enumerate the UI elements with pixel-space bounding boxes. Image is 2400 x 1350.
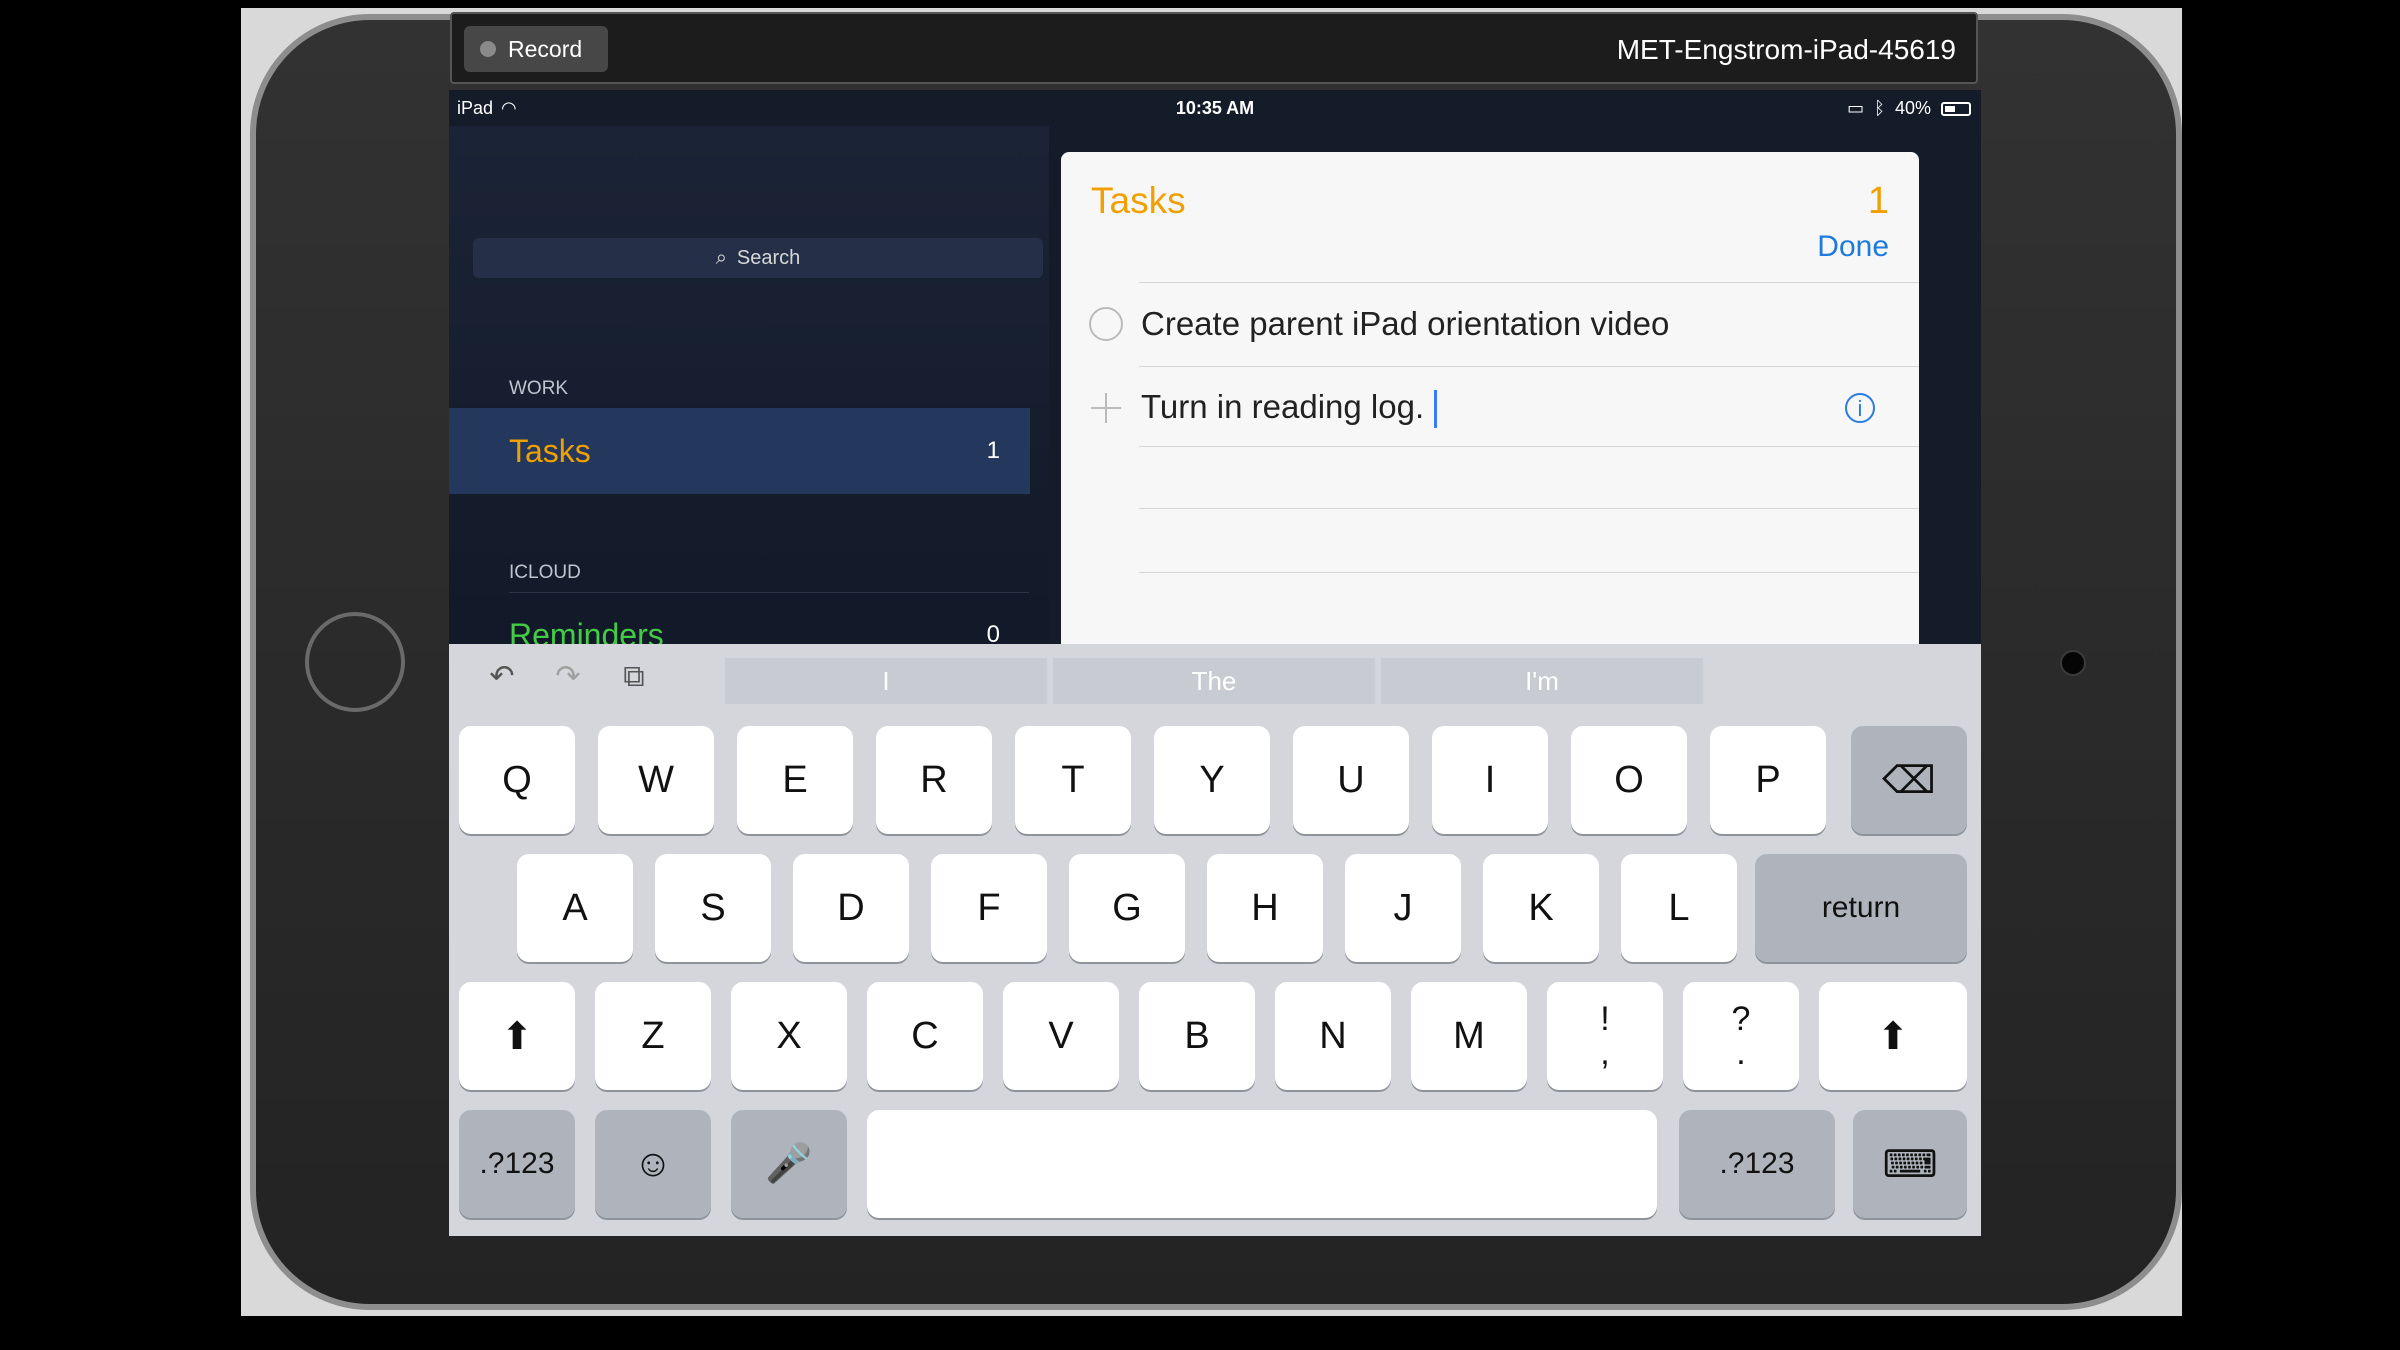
task-row[interactable]: Create parent iPad orientation video: [1089, 294, 1895, 354]
return-key[interactable]: return: [1755, 854, 1967, 962]
info-icon[interactable]: i: [1845, 393, 1875, 423]
space-key[interactable]: [867, 1110, 1657, 1218]
key-a[interactable]: A: [517, 854, 633, 962]
key-n[interactable]: N: [1275, 982, 1391, 1090]
key-h[interactable]: H: [1207, 854, 1323, 962]
undo-icon[interactable]: ↶: [487, 662, 517, 692]
status-bar: iPad ◠ 10:35 AM ▭ ᛒ 40%: [449, 90, 1981, 126]
sidebar-item-tasks[interactable]: Tasks 1: [449, 408, 1030, 494]
right-black-border: [2182, 0, 2400, 1350]
punct-top: !: [1600, 1000, 1610, 1038]
microphone-icon: 🎤: [765, 1143, 813, 1185]
on-screen-keyboard: ↶ ↷ ⧉ I The I'm Q W E R T Y U I O P ⌫ A …: [449, 644, 1981, 1236]
key-x[interactable]: X: [731, 982, 847, 1090]
search-field[interactable]: ⌕ Search: [473, 238, 1043, 278]
paste-icon[interactable]: ⧉: [619, 662, 649, 692]
key-w[interactable]: W: [598, 726, 714, 834]
text-cursor: [1434, 390, 1438, 429]
key-question-period[interactable]: ? .: [1683, 982, 1799, 1090]
row-divider: [1139, 572, 1919, 573]
suggestion-1[interactable]: I: [725, 658, 1047, 704]
ipad-screen: iPad ◠ 10:35 AM ▭ ᛒ 40% ⌕ Search WORK Ta…: [449, 90, 1981, 1236]
row-divider: [1139, 366, 1919, 367]
key-y[interactable]: Y: [1154, 726, 1270, 834]
key-p[interactable]: P: [1710, 726, 1826, 834]
home-button[interactable]: [305, 612, 405, 712]
group-label-icloud: ICLOUD: [509, 562, 581, 583]
sidebar-item-label: Tasks: [509, 432, 591, 469]
search-icon: ⌕: [715, 246, 727, 269]
front-camera: [2060, 650, 2086, 676]
redo-icon[interactable]: ↷: [553, 662, 583, 692]
backspace-key[interactable]: ⌫: [1851, 726, 1967, 834]
sidebar-item-count: 1: [986, 437, 1000, 464]
key-c[interactable]: C: [867, 982, 983, 1090]
suggestion-2[interactable]: The: [1053, 658, 1375, 704]
lists-sidebar: ⌕ Search WORK Tasks 1 ICLOUD Reminders 0: [449, 126, 1049, 686]
bluetooth-icon: ᛒ: [1874, 98, 1885, 118]
row-divider: [1139, 282, 1919, 283]
key-o[interactable]: O: [1571, 726, 1687, 834]
group-label-work: WORK: [509, 378, 569, 399]
shift-left-key[interactable]: ⬆: [459, 982, 575, 1090]
key-m[interactable]: M: [1411, 982, 1527, 1090]
key-r[interactable]: R: [876, 726, 992, 834]
hide-keyboard-key[interactable]: ⌨: [1853, 1110, 1967, 1218]
key-t[interactable]: T: [1015, 726, 1131, 834]
airplay-icon: ▭: [1847, 98, 1865, 118]
panel-title: Tasks: [1091, 180, 1186, 221]
clock: 10:35 AM: [1175, 98, 1255, 118]
key-q[interactable]: Q: [459, 726, 575, 834]
backspace-icon: ⌫: [1882, 759, 1936, 802]
record-button-label: Record: [508, 35, 583, 62]
key-u[interactable]: U: [1293, 726, 1409, 834]
suggestion-3[interactable]: I'm: [1381, 658, 1703, 704]
punct-bottom: ,: [1600, 1034, 1610, 1072]
key-j[interactable]: J: [1345, 854, 1461, 962]
key-b[interactable]: B: [1139, 982, 1255, 1090]
key-i[interactable]: I: [1432, 726, 1548, 834]
emoji-icon: ☺: [633, 1142, 673, 1185]
status-right: ▭ ᛒ 40%: [1847, 98, 1971, 119]
task-input[interactable]: Turn in reading log.: [1141, 387, 1438, 429]
key-e[interactable]: E: [737, 726, 853, 834]
keyboard-hide-icon: ⌨: [1882, 1143, 1938, 1186]
key-f[interactable]: F: [931, 854, 1047, 962]
recording-toolbar: Record MET-Engstrom-iPad-45619: [450, 12, 1978, 84]
task-text[interactable]: Create parent iPad orientation video: [1141, 305, 1669, 343]
numbers-key-left[interactable]: .?123: [459, 1110, 575, 1218]
shift-icon: ⬆: [1877, 1015, 1909, 1058]
numbers-key-right[interactable]: .?123: [1679, 1110, 1835, 1218]
punct-bottom: .: [1736, 1034, 1746, 1072]
row-divider: [1139, 508, 1919, 509]
emoji-key[interactable]: ☺: [595, 1110, 711, 1218]
dictation-key[interactable]: 🎤: [731, 1110, 847, 1218]
punct-top: ?: [1731, 1000, 1751, 1038]
battery-icon: [1941, 101, 1971, 116]
device-name-label: MET-Engstrom-iPad-45619: [1616, 34, 1956, 65]
key-l[interactable]: L: [1621, 854, 1737, 962]
left-black-border: [0, 0, 241, 1350]
record-dot-icon: [480, 41, 496, 57]
key-d[interactable]: D: [793, 854, 909, 962]
keyboard-toolbar: ↶ ↷ ⧉ I The I'm: [449, 644, 1981, 704]
key-k[interactable]: K: [1483, 854, 1599, 962]
record-button[interactable]: Record: [464, 26, 608, 72]
row-divider: [1139, 446, 1919, 447]
key-v[interactable]: V: [1003, 982, 1119, 1090]
task-row-editing[interactable]: Turn in reading log. i: [1089, 378, 1895, 438]
task-count: 1: [1867, 180, 1889, 222]
search-placeholder: Search: [736, 246, 801, 269]
task-input-text: Turn in reading log.: [1141, 387, 1425, 425]
shift-right-key[interactable]: ⬆: [1819, 982, 1967, 1090]
battery-percent: 40%: [1894, 98, 1931, 118]
plus-icon: [1089, 391, 1123, 425]
key-s[interactable]: S: [655, 854, 771, 962]
done-button[interactable]: Done: [1817, 230, 1889, 264]
key-exclamation-comma[interactable]: ! ,: [1547, 982, 1663, 1090]
key-z[interactable]: Z: [595, 982, 711, 1090]
shift-icon: ⬆: [501, 1015, 533, 1058]
checkbox-icon[interactable]: [1089, 307, 1123, 341]
key-g[interactable]: G: [1069, 854, 1185, 962]
